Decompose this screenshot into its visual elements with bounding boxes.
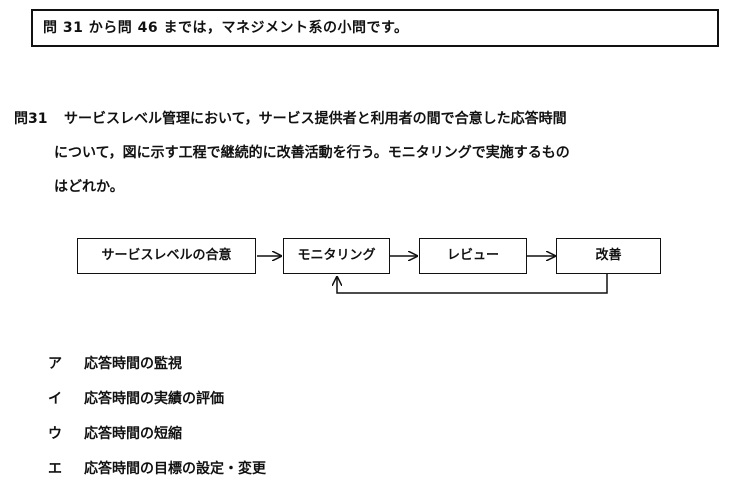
choice-text: 応答時間の目標の設定・変更 [84,461,266,477]
choice-text: 応答時間の実績の評価 [84,391,224,407]
choice-mark: ウ [48,426,62,442]
answer-choices: ア 応答時間の監視 イ 応答時間の実績の評価 ウ 応答時間の短縮 エ 応答時間の目標の設… [48,350,266,490]
feedback-loop-arrow [337,274,608,294]
flow-step-label: 改善 [595,248,622,263]
choice-mark: ア [48,356,62,372]
flow-step-review: レビュー [419,238,527,274]
flow-step-label: レビュー [446,248,499,263]
choice-i[interactable]: イ 応答時間の実績の評価 [48,385,266,413]
choice-mark: エ [48,461,62,477]
flow-step-label: サービスレベルの合意 [101,248,232,263]
choice-e[interactable]: エ 応答時間の目標の設定・変更 [48,455,266,483]
choice-text: 応答時間の監視 [84,356,182,372]
choice-a[interactable]: ア 応答時間の監視 [48,350,266,378]
flow-step-label: モニタリング [297,248,376,263]
choice-u[interactable]: ウ 応答時間の短縮 [48,420,266,448]
flow-step-agreement: サービスレベルの合意 [77,238,256,274]
choice-mark: イ [48,391,62,407]
choice-text: 応答時間の短縮 [84,426,182,442]
flow-step-monitoring: モニタリング [283,238,390,274]
flow-step-improvement: 改善 [556,238,661,274]
